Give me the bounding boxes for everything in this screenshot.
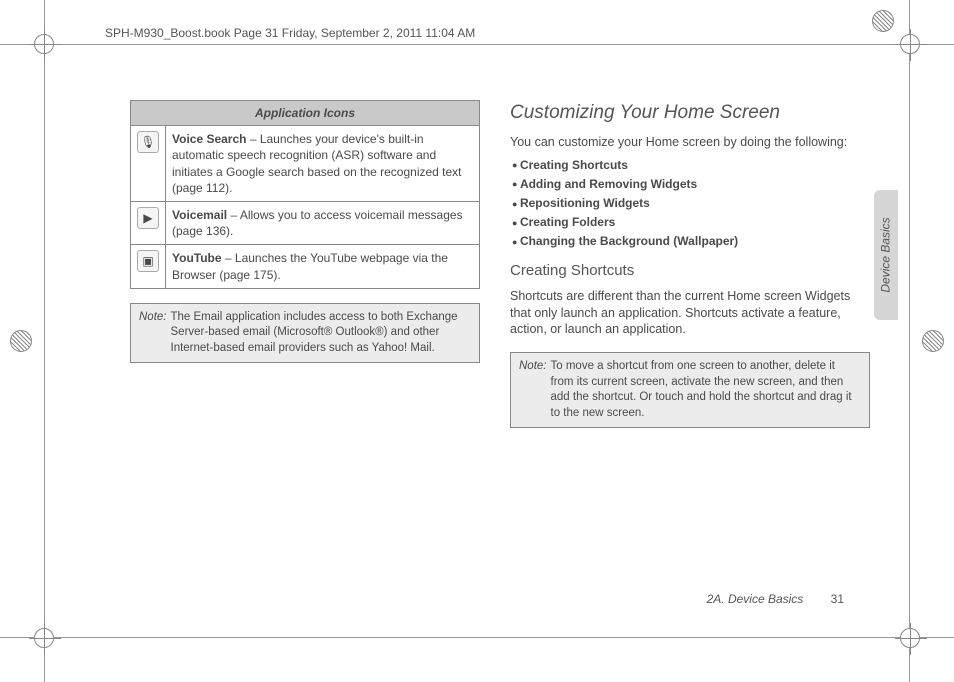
app-name: Voice Search: [172, 132, 246, 146]
note-label: Note:: [139, 310, 167, 357]
bullet-list: Creating Shortcuts Adding and Removing W…: [510, 157, 870, 250]
app-name: YouTube: [172, 251, 222, 265]
note-text: The Email application includes access to…: [171, 310, 472, 357]
table-row: ▶ Voicemail – Allows you to access voice…: [131, 201, 480, 244]
registration-mark-icon: [922, 330, 944, 352]
table-row: ▣ YouTube – Launches the YouTube webpage…: [131, 245, 480, 288]
table-header: Application Icons: [131, 101, 480, 126]
right-column: Customizing Your Home Screen You can cus…: [510, 100, 870, 602]
crop-mark-icon: [900, 628, 920, 648]
app-name: Voicemail: [172, 208, 227, 222]
note-text: To move a shortcut from one screen to an…: [551, 359, 862, 421]
crop-mark-icon: [900, 34, 920, 54]
registration-mark-icon: [872, 10, 894, 32]
table-row: 🎙 Voice Search – Launches your device's …: [131, 126, 480, 202]
crop-line-top: [0, 44, 954, 45]
crop-line-left: [44, 0, 45, 682]
list-item: Repositioning Widgets: [512, 195, 870, 211]
footer-section: 2A. Device Basics: [707, 592, 804, 606]
note-box-right: Note: To move a shortcut from one screen…: [510, 352, 870, 428]
intro-text: You can customize your Home screen by do…: [510, 134, 870, 151]
subsection-heading: Creating Shortcuts: [510, 261, 870, 281]
list-item: Creating Shortcuts: [512, 157, 870, 173]
list-item: Adding and Removing Widgets: [512, 176, 870, 192]
left-column: Application Icons 🎙 Voice Search – Launc…: [130, 100, 480, 602]
page-footer: 2A. Device Basics 31: [707, 592, 844, 606]
application-icons-table: Application Icons 🎙 Voice Search – Launc…: [130, 100, 480, 289]
page-number: 31: [831, 592, 844, 606]
note-box-left: Note: The Email application includes acc…: [130, 303, 480, 364]
crop-mark-icon: [34, 34, 54, 54]
page-content: Application Icons 🎙 Voice Search – Launc…: [130, 100, 894, 602]
crop-mark-icon: [34, 628, 54, 648]
crop-line-bottom: [0, 637, 954, 638]
list-item: Creating Folders: [512, 214, 870, 230]
list-item: Changing the Background (Wallpaper): [512, 233, 870, 249]
section-heading: Customizing Your Home Screen: [510, 100, 870, 126]
voice-search-icon: 🎙: [137, 131, 159, 153]
registration-mark-icon: [10, 330, 32, 352]
note-label: Note:: [519, 359, 547, 421]
side-tab: Device Basics: [874, 190, 898, 320]
page-header-meta: SPH-M930_Boost.book Page 31 Friday, Sept…: [105, 26, 475, 40]
youtube-icon: ▣: [137, 250, 159, 272]
crop-line-right: [909, 0, 910, 682]
voicemail-icon: ▶: [137, 207, 159, 229]
side-tab-label: Device Basics: [879, 217, 893, 292]
body-paragraph: Shortcuts are different than the current…: [510, 288, 870, 339]
